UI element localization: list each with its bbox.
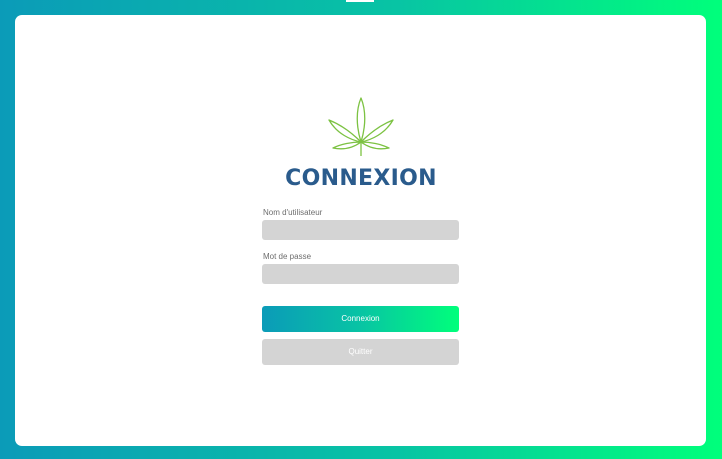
username-label: Nom d'utilisateur (263, 208, 323, 217)
password-label: Mot de passe (263, 252, 312, 261)
cannabis-leaf-icon (328, 97, 394, 156)
username-field[interactable] (262, 220, 459, 240)
login-button[interactable]: Connexion (262, 306, 459, 332)
page-title: CONNEXION (285, 166, 437, 191)
window-top-notch (346, 0, 374, 2)
password-field[interactable] (262, 264, 459, 284)
quit-button[interactable]: Quitter (262, 339, 459, 365)
window-frame: CONNEXION Nom d'utilisateur Mot de passe… (0, 0, 722, 459)
